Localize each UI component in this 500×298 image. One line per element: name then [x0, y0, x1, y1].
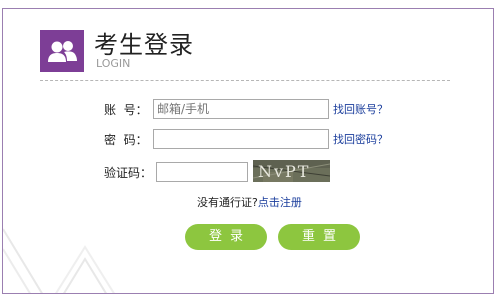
register-hint-text: 没有通行证? — [197, 196, 258, 209]
captcha-input[interactable] — [156, 162, 248, 182]
users-icon — [40, 30, 84, 72]
register-link[interactable]: 点击注册 — [258, 196, 302, 209]
reset-button[interactable]: 重置 — [278, 224, 360, 250]
captcha-text: NvPT — [258, 162, 310, 181]
password-input[interactable] — [153, 129, 329, 149]
account-input[interactable] — [153, 99, 329, 119]
page-subtitle: LOGIN — [96, 57, 131, 70]
page-title: 考生登录 — [94, 31, 194, 59]
divider — [40, 80, 450, 81]
account-label: 账 号： — [104, 103, 148, 117]
find-password-link[interactable]: 找回密码？ — [333, 133, 388, 147]
login-button[interactable]: 登录 — [185, 224, 267, 250]
captcha-image[interactable]: NvPT — [253, 160, 330, 182]
find-account-link[interactable]: 找回账号？ — [333, 103, 388, 117]
register-hint: 没有通行证?点击注册 — [197, 196, 302, 209]
password-label: 密 码： — [104, 133, 148, 147]
captcha-label: 验证码： — [104, 166, 153, 180]
